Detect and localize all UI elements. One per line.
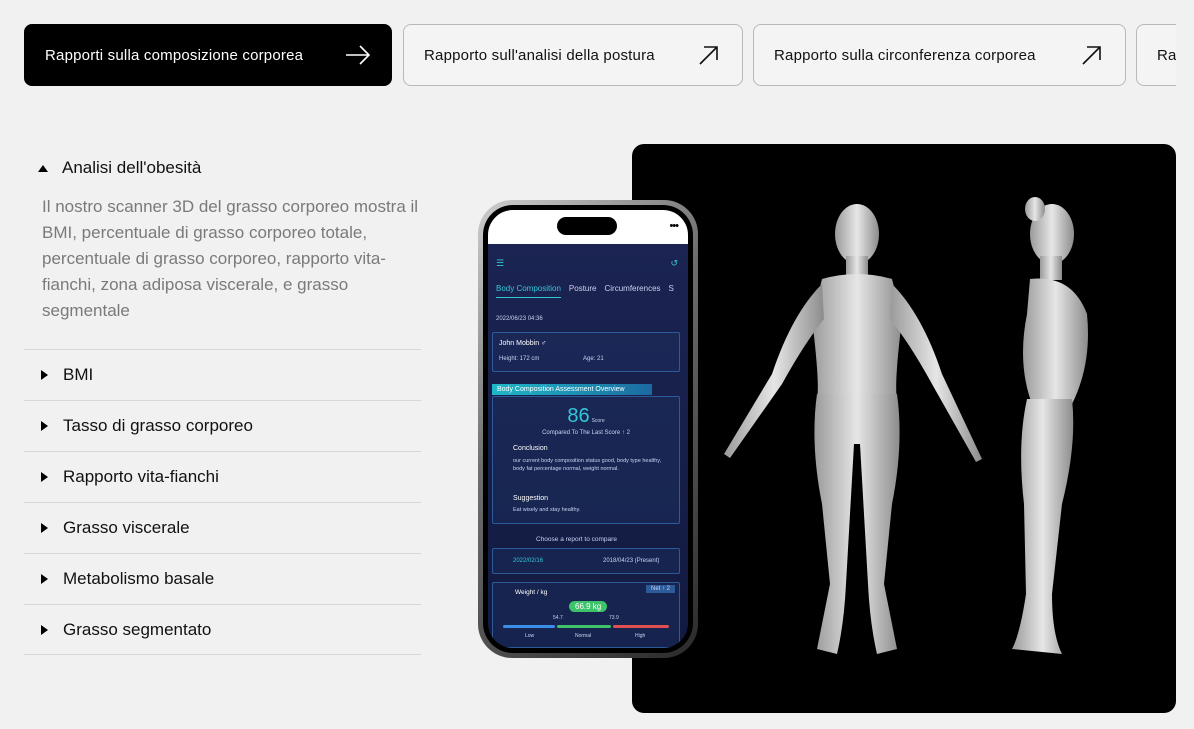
weight-label: Weight / kg (515, 589, 548, 596)
caret-right-icon (41, 574, 48, 584)
more-icon: ••• (669, 220, 679, 232)
phone-bezel: ••• ☰ ↺ Body Composition Posture Circumf… (483, 205, 693, 653)
phone-screen: ••• ☰ ↺ Body Composition Posture Circumf… (488, 210, 688, 648)
3d-body-models-illustration (724, 197, 1088, 654)
app-tab-circumferences[interactable]: Circumferences (605, 284, 661, 298)
compare-from[interactable]: 2022/02/16 (513, 558, 543, 564)
user-card: John Mobbin ♂ Height: 172 cm Age: 21 (492, 332, 680, 372)
tab-label: Rapporto sull'analisi della postura (424, 46, 655, 64)
accordion-item-label: Grasso viscerale (63, 518, 190, 537)
score-compare: Compared To The Last Score ↑ 2 (542, 430, 630, 436)
conclusion-title: Conclusion (513, 445, 548, 452)
caret-up-icon (38, 164, 48, 172)
tab-label: Rapporti sulla composizione corporea (45, 46, 304, 64)
caret-right-icon (41, 523, 48, 533)
range-low-label: Low (525, 633, 535, 639)
report-tabs: Rapporti sulla composizione corporea Rap… (24, 24, 1176, 86)
dynamic-island (557, 217, 617, 235)
suggestion-text: Eat wisely and stay healthy. (513, 507, 581, 513)
compare-to[interactable]: 2018/04/23 (Present) (603, 558, 659, 564)
tab-body-composition[interactable]: Rapporti sulla composizione corporea (24, 24, 392, 86)
accordion-description: Il nostro scanner 3D del grasso corporeo… (42, 197, 419, 320)
side-body-model (1012, 197, 1088, 654)
accordion-obesity-analysis[interactable]: Analisi dell'obesità (38, 158, 201, 178)
accordion-item-bmi[interactable]: BMI (24, 349, 421, 400)
app-tabs: Body Composition Posture Circumferences … (496, 284, 674, 298)
tab-body-circumference[interactable]: Rapporto sulla circonferenza corporea (753, 24, 1126, 86)
accordion-item-body-fat-rate[interactable]: Tasso di grasso corporeo (24, 400, 421, 451)
menu-icon[interactable]: ☰ (496, 258, 504, 269)
range-normal-bar (557, 625, 611, 628)
app-tab-posture[interactable]: Posture (569, 284, 597, 298)
accordion-item-visceral-fat[interactable]: Grasso viscerale (24, 502, 421, 553)
front-body-model (724, 204, 982, 654)
tab-more-reports[interactable]: Ra (1136, 24, 1176, 86)
report-date: 2022/06/23 04:36 (496, 316, 543, 322)
score-value: 86 (567, 405, 590, 427)
weight-card: Weight / kg Net ↑ 2 66.9 kg 54.7 73.9 Lo… (492, 582, 680, 648)
app-body-composition: ☰ ↺ Body Composition Posture Circumferen… (488, 244, 688, 648)
range-high-label: High (635, 633, 646, 639)
app-tab-body-composition[interactable]: Body Composition (496, 284, 561, 298)
accordion-title: Analisi dell'obesità (62, 158, 202, 177)
compare-title: Choose a report to compare (536, 536, 617, 543)
score-row: 86 Score (493, 405, 679, 428)
range-normal-label: Normal (575, 633, 592, 639)
accordion-item-waist-hip-ratio[interactable]: Rapporto vita-fianchi (24, 451, 421, 502)
accordion-item-label: BMI (63, 365, 94, 384)
overview-card: 86 Score Compared To The Last Score ↑ 2 … (492, 396, 680, 524)
range-high-value: 73.9 (609, 615, 619, 621)
compare-selector[interactable]: 2022/02/16 2018/04/23 (Present) (492, 548, 680, 574)
tab-label: Rapporto sulla circonferenza corporea (774, 46, 1036, 64)
history-icon[interactable]: ↺ (670, 258, 678, 269)
phone-status-bar: ••• (488, 210, 688, 244)
arrow-right-icon (346, 45, 371, 65)
arrow-up-right-icon (699, 46, 718, 65)
user-age: Age: 21 (583, 356, 604, 362)
overview-header: Body Composition Assessment Overview (492, 384, 652, 395)
accordion-item-label: Grasso segmentato (63, 619, 212, 639)
user-name: John Mobbin ♂ (499, 340, 547, 347)
caret-right-icon (41, 421, 48, 431)
accordion-item-segmental-fat[interactable]: Grasso segmentato (24, 604, 421, 655)
accordion-item-label: Tasso di grasso corporeo (63, 416, 253, 435)
caret-right-icon (41, 370, 48, 380)
conclusion-text: our current body composition status good… (513, 458, 662, 472)
range-low-value: 54.7 (553, 615, 563, 621)
phone-mockup: ••• ☰ ↺ Body Composition Posture Circumf… (478, 200, 698, 658)
weight-value: 66.9 kg (569, 601, 608, 612)
net-badge: Net ↑ 2 (645, 585, 675, 593)
tab-posture-analysis[interactable]: Rapporto sull'analisi della postura (403, 24, 743, 86)
suggestion-title: Suggestion (513, 495, 549, 502)
caret-right-icon (41, 472, 48, 482)
accordion-item-label: Metabolismo basale (63, 569, 215, 588)
score-label: Score (591, 418, 605, 424)
range-high-bar (613, 625, 669, 628)
body-scan-image (632, 144, 1176, 713)
user-height: Height: 172 cm (499, 356, 540, 362)
app-tab-more[interactable]: S (669, 284, 674, 298)
range-low-bar (503, 625, 555, 628)
caret-right-icon (41, 624, 48, 635)
accordion-list: BMI Tasso di grasso corporeo Rapporto vi… (24, 349, 421, 655)
accordion-item-label: Rapporto vita-fianchi (63, 467, 219, 486)
tab-label: Ra (1157, 46, 1176, 64)
arrow-up-right-icon (1082, 46, 1101, 65)
accordion-item-basal-metabolism[interactable]: Metabolismo basale (24, 553, 421, 604)
